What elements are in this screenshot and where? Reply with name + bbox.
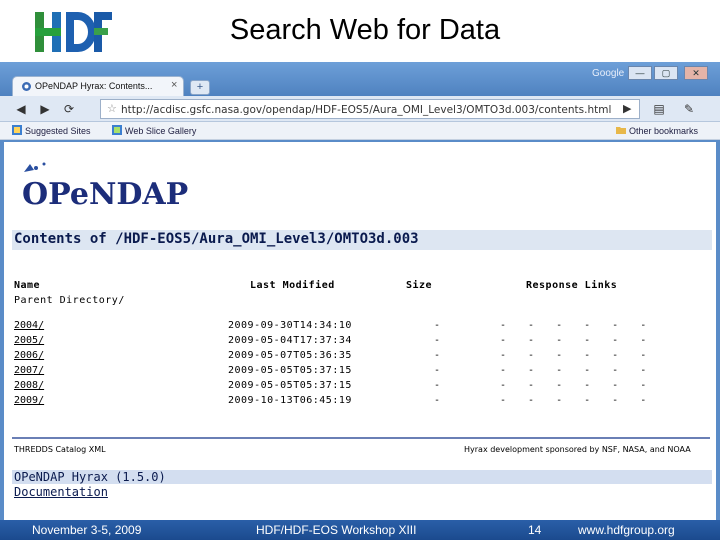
size: - [434,365,441,376]
column-header-name: Name [14,280,41,291]
response-links: - - - - - - [500,365,655,376]
contents-heading-bar: Contents of /HDF-EOS5/Aura_OMI_Level3/OM… [12,230,712,250]
back-icon[interactable]: ◀ [12,100,30,118]
last-modified: 2009-10-13T06:45:19 [228,395,352,406]
size: - [434,350,441,361]
bookmark-label: Suggested Sites [25,126,91,136]
minimize-button[interactable]: — [628,66,652,80]
response-links: - - - - - - [500,320,655,331]
footer-page-number: 14 [528,523,542,537]
go-icon[interactable]: ▶ [623,102,631,115]
table-row: 2009/ 2009-10-13T06:45:19 - - - - - - - [14,395,704,409]
size: - [434,380,441,391]
suggested-sites-icon [12,125,22,135]
last-modified: 2009-05-07T05:36:35 [228,350,352,361]
close-window-button[interactable]: ✕ [684,66,708,80]
page-heading: Contents of /HDF-EOS5/Aura_OMI_Level3/OM… [14,231,419,247]
size: - [434,335,441,346]
tab-label: OPeNDAP Hyrax: Contents... [35,81,153,91]
divider [12,437,710,439]
tab-bar: OPeNDAP Hyrax: Contents... × + Google — … [0,62,720,96]
forward-icon[interactable]: ▶ [36,100,54,118]
bookmark-star-icon[interactable]: ☆ [107,102,117,115]
directory-link[interactable]: 2007/ [14,365,44,376]
footer-date: November 3-5, 2009 [32,523,142,537]
bookmark-suggested-sites[interactable]: Suggested Sites [12,125,91,136]
table-row: 2004/ 2009-09-30T14:34:10 - - - - - - - [14,320,704,334]
directory-link[interactable]: 2008/ [14,380,44,391]
slide-header: Search Web for Data [0,0,720,62]
directory-link[interactable]: 2005/ [14,335,44,346]
response-links: - - - - - - [500,380,655,391]
wrench-icon[interactable]: ✎ [680,100,698,118]
directory-link[interactable]: 2006/ [14,350,44,361]
sponsor-text: Hyrax development sponsored by NSF, NASA… [464,445,691,454]
table-row: 2007/ 2009-05-05T05:37:15 - - - - - - - [14,365,704,379]
table-row: 2005/ 2009-05-04T17:37:34 - - - - - - - [14,335,704,349]
opendap-logo: OPeNDAP [22,162,188,212]
close-tab-icon[interactable]: × [171,79,177,91]
page-content: OPeNDAP Contents of /HDF-EOS5/Aura_OMI_L… [4,142,716,520]
footer-site: www.hdfgroup.org [578,523,675,537]
new-tab-button[interactable]: + [190,80,210,95]
hyrax-version-bar: OPeNDAP Hyrax (1.5.0) [12,470,712,484]
web-slice-icon [112,125,122,135]
address-bar[interactable]: ☆ ▶ [100,99,640,119]
size: - [434,395,441,406]
last-modified: 2009-05-05T05:37:15 [228,365,352,376]
reload-icon[interactable]: ⟳ [60,100,78,118]
browser-brand: Google [592,68,625,79]
last-modified: 2009-05-04T17:37:34 [228,335,352,346]
table-row: 2006/ 2009-05-07T05:36:35 - - - - - - - [14,350,704,364]
parent-directory-link[interactable]: Parent Directory/ [14,295,125,306]
slide-footer: November 3-5, 2009 HDF/HDF-EOS Workshop … [0,520,720,540]
column-header-response-links: Response Links [526,280,618,291]
last-modified: 2009-05-05T05:37:15 [228,380,352,391]
directory-link[interactable]: 2009/ [14,395,44,406]
folder-icon [616,127,626,134]
response-links: - - - - - - [500,350,655,361]
bookmark-label: Other bookmarks [629,126,699,136]
footer-event: HDF/HDF-EOS Workshop XIII [256,523,417,537]
documentation-link[interactable]: Documentation [14,485,108,499]
bookmark-other[interactable]: Other bookmarks [616,125,698,136]
size: - [434,320,441,331]
directory-link[interactable]: 2004/ [14,320,44,331]
response-links: - - - - - - [500,395,655,406]
bookmark-label: Web Slice Gallery [125,126,197,136]
thredds-catalog-link[interactable]: THREDDS Catalog XML [14,445,106,454]
hdf-logo [35,12,112,52]
navigation-toolbar: ◀ ▶ ⟳ ☆ ▶ ▤ ✎ [0,96,720,122]
column-header-size: Size [406,280,433,291]
browser-window: OPeNDAP Hyrax: Contents... × + Google — … [0,62,720,520]
page-menu-icon[interactable]: ▤ [650,100,668,118]
maximize-button[interactable]: ▢ [654,66,678,80]
bookmark-web-slice-gallery[interactable]: Web Slice Gallery [112,125,196,136]
slide-title: Search Web for Data [229,14,501,46]
table-row: 2008/ 2009-05-05T05:37:15 - - - - - - - [14,380,704,394]
bookmarks-bar: Suggested Sites Web Slice Gallery Other … [0,122,720,140]
browser-tab-opendap[interactable]: OPeNDAP Hyrax: Contents... × [12,76,184,96]
opendap-logo-text: OPeNDAP [22,177,188,212]
url-input[interactable] [121,102,615,117]
opendap-favicon-icon [22,82,31,91]
response-links: - - - - - - [500,335,655,346]
hyrax-version: OPeNDAP Hyrax (1.5.0) [14,470,166,484]
last-modified: 2009-09-30T14:34:10 [228,320,352,331]
column-header-modified: Last Modified [250,280,335,291]
